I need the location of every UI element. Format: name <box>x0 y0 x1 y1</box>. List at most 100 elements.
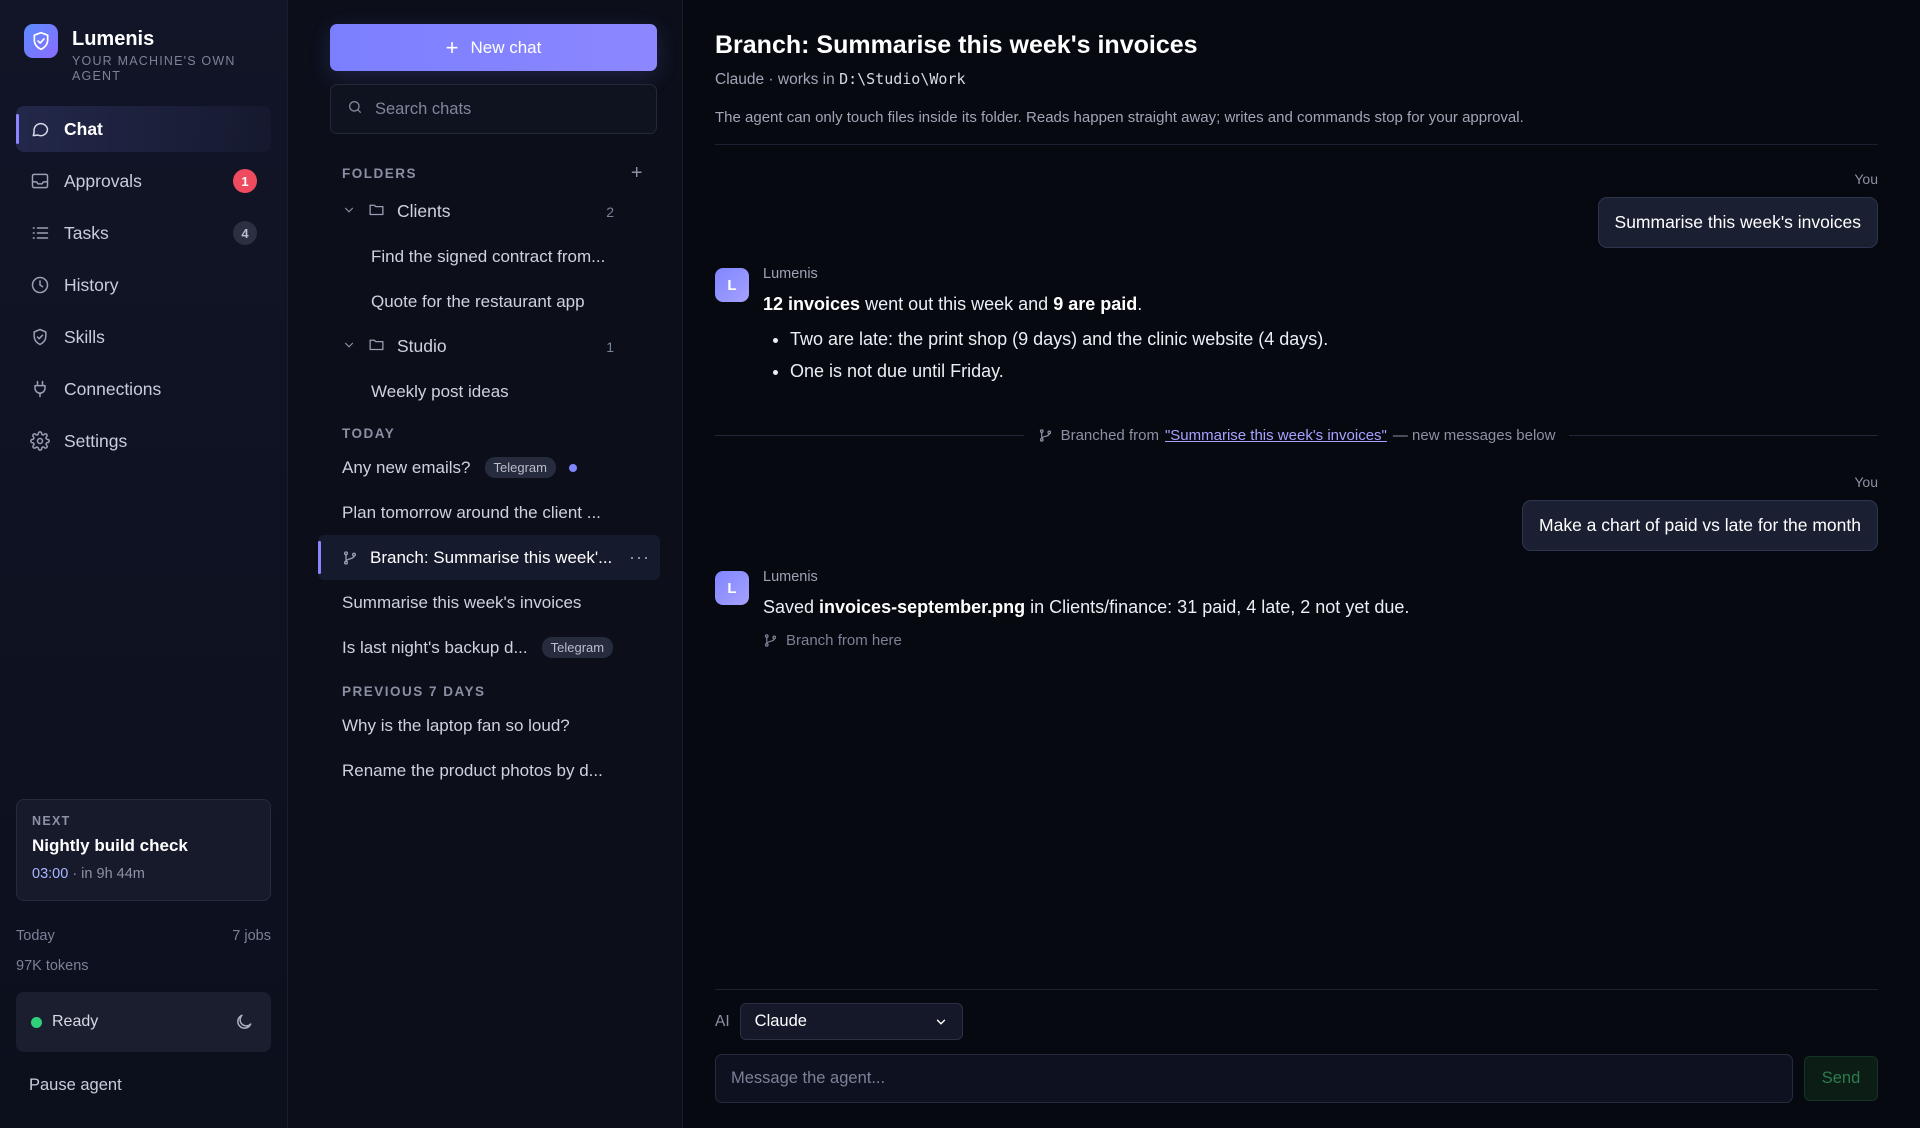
folder-count: 1 <box>606 338 614 355</box>
composer: Send <box>715 1054 1878 1103</box>
divider-line <box>715 435 1024 436</box>
folder-studio[interactable]: Studio 1 <box>330 324 658 369</box>
folder-count: 2 <box>606 203 614 220</box>
nav-item-tasks[interactable]: Tasks 4 <box>16 210 271 256</box>
agent-avatar: L <box>715 268 749 302</box>
model-select[interactable]: Claude <box>739 1003 963 1040</box>
next-job-card[interactable]: NEXT Nightly build check 03:00 · in 9h 4… <box>16 799 271 901</box>
gear-icon <box>30 431 50 451</box>
chat-title: Branch: Summarise this week'... <box>370 547 613 567</box>
folder-icon <box>368 201 385 223</box>
status-text: Ready <box>52 1013 99 1030</box>
nav-item-approvals[interactable]: Approvals 1 <box>16 158 271 204</box>
agent-message-text: 12 invoices went out this week and 9 are… <box>763 291 1328 317</box>
file-name: invoices-september.png <box>819 597 1026 617</box>
chat-item[interactable]: Quote for the restaurant app <box>330 279 658 324</box>
usage-summary: Today 7 jobs 97K tokens <box>16 926 271 986</box>
previous-header: PREVIOUS 7 DAYS <box>330 684 658 699</box>
nav-item-label: History <box>64 274 119 295</box>
shield-icon <box>30 327 50 347</box>
folder-clients[interactable]: Clients 2 <box>330 189 658 234</box>
list-item: Two are late: the print shop (9 days) an… <box>790 323 1328 355</box>
new-chat-label: New chat <box>470 37 542 57</box>
user-message: You Make a chart of paid vs late for the… <box>715 474 1878 551</box>
chat-title: Summarise this week's invoices <box>342 592 582 612</box>
agent-name: Lumenis <box>763 569 818 585</box>
chat-title: Weekly post ideas <box>371 381 509 401</box>
chat-item[interactable]: Is last night's backup d... Telegram <box>330 625 658 670</box>
folder-name: Clients <box>397 201 451 221</box>
chat-item[interactable]: Weekly post ideas <box>330 369 658 414</box>
user-message-bubble: Make a chart of paid vs late for the mon… <box>1522 500 1878 551</box>
chat-item[interactable]: Find the signed contract from... <box>330 234 658 279</box>
previous-heading: PREVIOUS 7 DAYS <box>342 684 486 699</box>
chat-item[interactable]: Rename the product photos by d... <box>330 748 658 793</box>
chat-title: Why is the laptop fan so loud? <box>342 715 570 735</box>
chevron-down-icon <box>342 336 358 357</box>
nav-item-connections[interactable]: Connections <box>16 366 271 412</box>
send-button[interactable]: Send <box>1804 1056 1878 1101</box>
chat-item[interactable]: Plan tomorrow around the client ... <box>330 490 658 535</box>
pause-agent-button[interactable]: Pause agent <box>29 1076 122 1095</box>
more-options-icon[interactable]: ··· <box>629 547 650 568</box>
clock-icon <box>30 275 50 295</box>
next-job-title: Nightly build check <box>32 836 188 855</box>
nav-item-chat[interactable]: Chat <box>16 106 271 152</box>
chat-item[interactable]: Any new emails? Telegram <box>330 445 658 490</box>
unread-dot <box>568 463 577 472</box>
plain-text: went out this week and <box>860 294 1054 314</box>
plain-text: in Clients/finance: 31 paid, 4 late, 2 n… <box>1025 597 1410 617</box>
folder-name: Studio <box>397 336 447 356</box>
search-input[interactable] <box>375 99 635 119</box>
chat-title: Plan tomorrow around the client ... <box>342 502 601 522</box>
branched-from-label: Branched from <box>1060 427 1159 444</box>
brand: Lumenis YOUR MACHINE'S OWN AGENT <box>16 0 271 84</box>
chat-item[interactable]: Why is the laptop fan so loud? <box>330 703 658 748</box>
agent-message-text: Saved invoices-september.png in Clients/… <box>763 594 1409 620</box>
permissions-note: The agent can only touch files inside it… <box>715 109 1524 126</box>
nav-item-label: Settings <box>64 430 128 451</box>
list-item: One is not due until Friday. <box>790 355 1328 387</box>
parent-chat-link[interactable]: "Summarise this week's invoices" <box>1165 427 1387 444</box>
nav-item-history[interactable]: History <box>16 262 271 308</box>
divider-line <box>1569 435 1879 436</box>
plus-icon: + <box>445 34 459 60</box>
you-label: You <box>1854 474 1878 490</box>
approvals-count-badge: 1 <box>233 169 257 193</box>
branch-from-here-button[interactable]: Branch from here <box>763 632 1409 649</box>
chat-item[interactable]: Summarise this week's invoices <box>330 580 658 625</box>
usage-period: Today <box>16 928 55 944</box>
nav-list: Chat Approvals 1 Tasks 4 History Skills … <box>16 106 271 464</box>
chevron-down-icon <box>934 1015 948 1029</box>
chat-title: Rename the product photos by d... <box>342 760 603 780</box>
user-message-bubble: Summarise this week's invoices <box>1597 197 1878 248</box>
conversation-title: Branch: Summarise this week's invoices <box>715 31 1198 59</box>
new-chat-button[interactable]: + New chat <box>330 24 657 71</box>
strong-text: 9 are paid <box>1053 294 1138 314</box>
left-nav: Lumenis YOUR MACHINE'S OWN AGENT Chat Ap… <box>0 0 288 1128</box>
message-input[interactable] <box>715 1054 1793 1103</box>
agent-message: L Lumenis 12 invoices went out this week… <box>715 266 1878 387</box>
nav-item-settings[interactable]: Settings <box>16 418 271 464</box>
brand-name: Lumenis <box>72 28 155 50</box>
chat-bubble-icon <box>30 119 50 139</box>
composer-divider <box>715 989 1878 990</box>
header-divider <box>715 144 1878 145</box>
nav-item-skills[interactable]: Skills <box>16 314 271 360</box>
next-job-eta: · in 9h 44m <box>72 866 145 882</box>
branch-icon <box>763 633 778 648</box>
moon-icon[interactable] <box>232 1010 256 1034</box>
add-folder-plus-icon[interactable]: + <box>631 162 644 185</box>
user-message: You Summarise this week's invoices <box>715 171 1878 248</box>
list-icon <box>30 223 50 243</box>
strong-text: 12 invoices <box>763 294 861 314</box>
next-label: NEXT <box>32 814 71 828</box>
today-heading: TODAY <box>342 426 396 441</box>
branch-divider: Branched from "Summarise this week's inv… <box>715 427 1879 444</box>
chat-item-active[interactable]: Branch: Summarise this week'... ··· <box>318 535 660 580</box>
folders-header: FOLDERS + <box>330 162 658 185</box>
telegram-tag: Telegram <box>541 637 614 658</box>
usage-tokens: 97K tokens <box>16 958 89 974</box>
branch-icon <box>342 550 358 566</box>
model-label: AI <box>715 1012 730 1030</box>
